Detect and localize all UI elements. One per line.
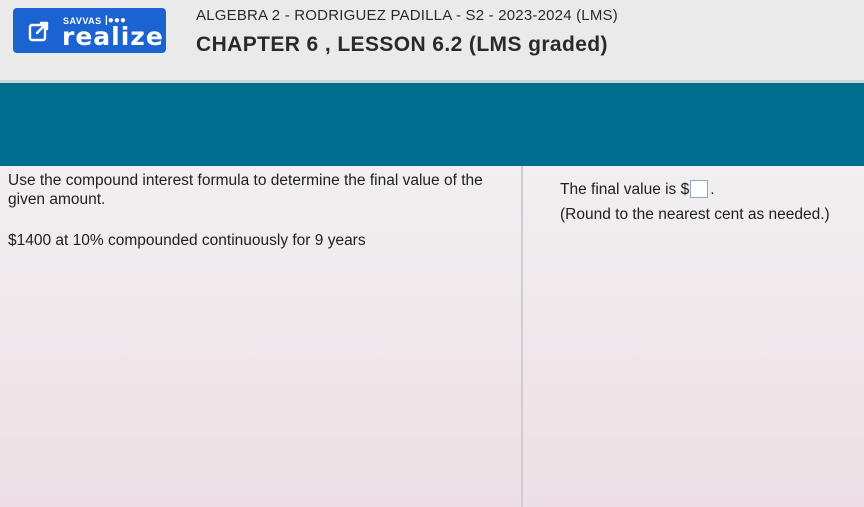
question-instruction: Use the compound interest formula to det… [8, 172, 483, 208]
page: SAVVAS |●●● realize ALGEBRA 2 - RODRIGUE… [0, 0, 864, 507]
pane-divider[interactable] [521, 166, 523, 507]
answer-prefix: The final value is $ [560, 181, 690, 198]
question-pane: Use the compound interest formula to det… [8, 171, 508, 250]
header: SAVVAS |●●● realize ALGEBRA 2 - RODRIGUE… [0, 0, 864, 80]
external-link-icon [28, 21, 49, 42]
course-title: ALGEBRA 2 - RODRIGUEZ PADILLA - S2 - 202… [196, 7, 618, 24]
teal-banner [0, 80, 864, 166]
answer-hint: (Round to the nearest cent as needed.) [560, 206, 830, 223]
answer-input[interactable] [690, 180, 709, 198]
answer-line: The final value is $. [560, 178, 864, 202]
answer-suffix: . [710, 181, 715, 198]
brand-name: realize [62, 22, 164, 51]
chapter-title: CHAPTER 6 , LESSON 6.2 (LMS graded) [196, 33, 608, 56]
realize-home-button[interactable]: SAVVAS |●●● realize [13, 8, 166, 53]
answer-pane: The final value is $. (Round to the near… [560, 178, 864, 225]
question-problem: $1400 at 10% compounded continuously for… [8, 232, 366, 249]
